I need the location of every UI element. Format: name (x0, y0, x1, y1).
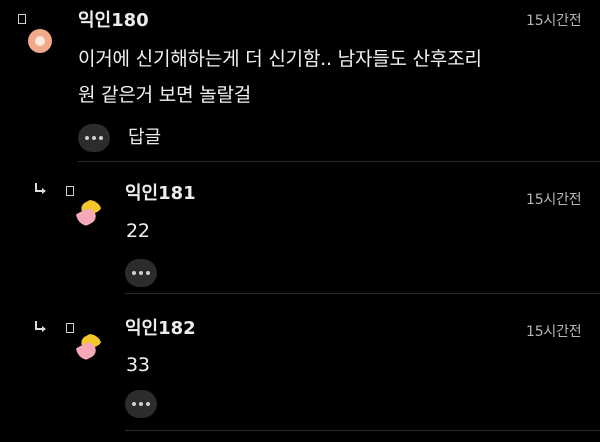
reply-button[interactable]: 답글 (128, 127, 161, 149)
comment-time: 15시간전 (526, 13, 582, 29)
more-options-button[interactable] (125, 390, 157, 418)
more-dot-icon (85, 136, 89, 140)
more-dot-icon (132, 402, 136, 406)
comment-text: 33 (126, 354, 150, 376)
comment-author: 익인181 (125, 183, 196, 204)
reply-arrow-icon (35, 321, 46, 332)
reply-arrow-icon (35, 183, 46, 194)
comment-author: 익인180 (78, 10, 149, 31)
more-dot-icon (92, 136, 96, 140)
flag-icon (18, 14, 26, 24)
more-options-button[interactable] (125, 259, 157, 287)
more-dot-icon (146, 271, 150, 275)
avatar (76, 334, 102, 360)
more-dot-icon (99, 136, 103, 140)
comment-text-line-1: 이거에 신기해하는게 더 신기함.. 남자들도 산후조리 (78, 48, 482, 70)
comment-text: 22 (126, 220, 150, 242)
more-dot-icon (146, 402, 150, 406)
reply-item: 익인182 15시간전 33 (0, 294, 600, 442)
more-dot-icon (139, 271, 143, 275)
comment-time: 15시간전 (526, 324, 582, 340)
more-dot-icon (132, 271, 136, 275)
flag-icon (66, 186, 74, 196)
comment-time: 15시간전 (526, 192, 582, 208)
comment-text-line-2: 원 같은거 보면 놀랄걸 (78, 84, 252, 106)
more-dot-icon (139, 402, 143, 406)
avatar (76, 200, 102, 226)
flag-icon (66, 323, 74, 333)
reply-item: 익인181 15시간전 22 (0, 162, 600, 294)
more-options-button[interactable] (78, 124, 110, 152)
comment-item: 익인180 15시간전 이거에 신기해하는게 더 신기함.. 남자들도 산후조리… (0, 0, 600, 162)
comment-author: 익인182 (125, 318, 196, 339)
divider (125, 430, 600, 431)
avatar (28, 29, 52, 53)
